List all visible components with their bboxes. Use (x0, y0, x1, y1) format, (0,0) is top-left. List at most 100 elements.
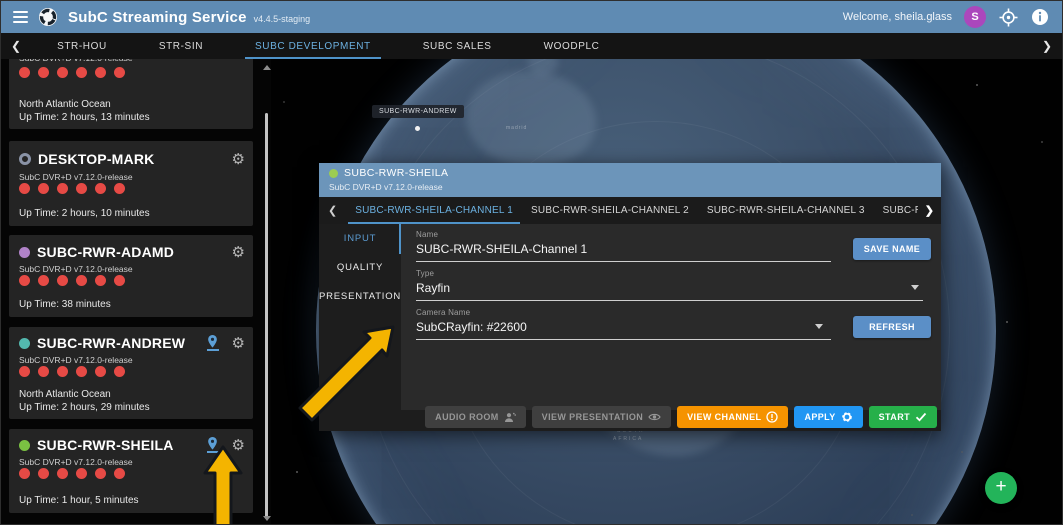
apply-label: APPLY (804, 412, 835, 422)
menu-icon[interactable] (13, 11, 28, 23)
dialog-title: SUBC-RWR-SHEILA (344, 167, 448, 179)
device-version: SubC DVR+D v7.12.0-release (19, 264, 133, 274)
device-online-dot (329, 169, 338, 178)
env-tab-woodplc[interactable]: WOODPLC (518, 33, 626, 59)
channel-tab-1[interactable]: SUBC-RWR-SHEILA-CHANNEL 1 (346, 197, 522, 224)
info-icon[interactable] (1030, 7, 1050, 27)
channel-settings-dialog: SUBC-RWR-SHEILA SubC DVR+D v7.12.0-relea… (319, 163, 941, 431)
channel-status-dots (19, 366, 125, 377)
device-location-pin-icon[interactable] (207, 335, 219, 351)
device-list-sidebar: SubC DVR+D v7.12.0-release North Atlanti… (1, 59, 271, 524)
name-field-value[interactable]: SUBC-RWR-SHEILA-Channel 1 (416, 242, 831, 256)
device-location: North Atlantic Ocean (19, 389, 111, 400)
nav-item-input[interactable]: INPUT (319, 224, 401, 253)
device-card-subc-rwr-adamd[interactable]: SUBC-RWR-ADAMD ⚙ SubC DVR+D v7.12.0-rele… (9, 235, 253, 317)
add-device-fab[interactable]: + (985, 472, 1017, 504)
environment-tab-bar: ❮ STR-HOU STR-SIN SUBC DEVELOPMENT SUBC … (1, 33, 1062, 59)
device-card-subc-rwr-sheila[interactable]: SUBC-RWR-SHEILA ⚙ SubC DVR+D v7.12.0-rel… (9, 429, 253, 513)
view-channel-label: VIEW CHANNEL (687, 412, 761, 422)
map-label-madrid: madrid (506, 125, 527, 131)
device-marker-tooltip: SUBC-RWR-ANDREW (372, 105, 464, 118)
sidebar-scrollbar[interactable] (265, 113, 268, 519)
device-marker-dot[interactable] (415, 126, 420, 131)
device-uptime: Up Time: 2 hours, 29 minutes (19, 402, 150, 413)
env-tab-str-sin[interactable]: STR-SIN (133, 33, 229, 59)
camera-field-underline (416, 339, 831, 340)
device-name: DESKTOP-MARK (38, 151, 225, 167)
app-title: SubC Streaming Service (68, 9, 247, 26)
input-settings-panel: Name SUBC-RWR-SHEILA-Channel 1 SAVE NAME… (401, 224, 941, 410)
channel-tabs-left-icon[interactable]: ❮ (319, 204, 346, 217)
person-audio-icon (504, 412, 516, 423)
device-name: SUBC-RWR-ADAMD (37, 244, 225, 260)
device-status-dot (19, 440, 30, 451)
tabs-scroll-right-icon[interactable]: ❯ (1032, 39, 1062, 53)
name-field-underline (416, 261, 831, 262)
refresh-button[interactable]: REFRESH (853, 316, 931, 338)
channel-status-dots (19, 275, 125, 286)
audio-room-label: AUDIO ROOM (435, 412, 499, 422)
type-field-underline (416, 300, 923, 301)
device-card-desktop-mark[interactable]: DESKTOP-MARK ⚙ SubC DVR+D v7.12.0-releas… (9, 141, 253, 226)
channel-tabs-right-icon[interactable]: ❯ (918, 197, 941, 224)
dialog-header: SUBC-RWR-SHEILA SubC DVR+D v7.12.0-relea… (319, 163, 941, 197)
app-window: SubC Streaming Service v4.4.5-staging We… (0, 0, 1063, 525)
channel-status-dots (19, 468, 125, 479)
device-location-pin-icon[interactable] (207, 437, 219, 453)
device-name: SUBC-RWR-SHEILA (37, 437, 200, 453)
device-uptime: Up Time: 2 hours, 13 minutes (19, 112, 150, 123)
channel-status-dots (19, 183, 125, 194)
device-name: SUBC-RWR-ANDREW (37, 335, 200, 351)
device-settings-gear-icon[interactable]: ⚙ (232, 336, 245, 351)
device-status-dot (19, 247, 30, 258)
device-settings-gear-icon[interactable]: ⚙ (232, 152, 245, 167)
env-tab-subc-development[interactable]: SUBC DEVELOPMENT (229, 33, 397, 59)
env-tab-subc-sales[interactable]: SUBC SALES (397, 33, 518, 59)
app-logo-icon (37, 6, 59, 28)
camera-select-value[interactable]: SubCRayfin: #22600 (416, 320, 831, 334)
sidebar-scroll-up-icon[interactable] (263, 65, 271, 70)
env-tab-str-hou[interactable]: STR-HOU (31, 33, 133, 59)
channel-tab-3[interactable]: SUBC-RWR-SHEILA-CHANNEL 3 (698, 197, 874, 224)
welcome-text: Welcome, sheila.glass (843, 11, 952, 23)
start-label: START (879, 412, 910, 422)
channel-tab-bar: ❮ SUBC-RWR-SHEILA-CHANNEL 1 SUBC-RWR-SHE… (319, 197, 941, 224)
device-version: SubC DVR+D v7.12.0-release (19, 59, 133, 63)
device-settings-gear-icon[interactable]: ⚙ (232, 245, 245, 260)
device-settings-gear-icon[interactable]: ⚙ (232, 438, 245, 453)
device-version: SubC DVR+D v7.12.0-release (19, 457, 133, 467)
locate-icon[interactable] (998, 7, 1018, 27)
type-dropdown-caret-icon[interactable] (911, 285, 919, 290)
apply-button[interactable]: APPLY (794, 406, 862, 428)
sidebar-scroll-down-icon[interactable] (263, 516, 271, 521)
device-version: SubC DVR+D v7.12.0-release (19, 172, 133, 182)
device-card-subc-rwr-andrew[interactable]: SUBC-RWR-ANDREW ⚙ SubC DVR+D v7.12.0-rel… (9, 327, 253, 419)
device-status-dot (19, 338, 30, 349)
device-version: SubC DVR+D v7.12.0-release (19, 355, 133, 365)
device-status-dot (19, 153, 31, 165)
view-presentation-label: VIEW PRESENTATION (542, 412, 643, 422)
type-select-value[interactable]: Rayfin (416, 281, 923, 295)
audio-room-button[interactable]: AUDIO ROOM (425, 406, 526, 428)
gear-icon (841, 411, 853, 423)
nav-item-presentation[interactable]: PRESENTATION (319, 282, 401, 311)
dialog-footer: AUDIO ROOM VIEW PRESENTATION (401, 405, 941, 431)
alert-circle-icon (766, 411, 778, 423)
user-avatar[interactable]: S (964, 6, 986, 28)
channel-tab-2[interactable]: SUBC-RWR-SHEILA-CHANNEL 2 (522, 197, 698, 224)
tabs-scroll-left-icon[interactable]: ❮ (1, 39, 31, 53)
camera-dropdown-caret-icon[interactable] (815, 324, 823, 329)
view-presentation-button[interactable]: VIEW PRESENTATION (532, 406, 671, 428)
eye-icon (648, 412, 661, 422)
camera-field-label: Camera Name (416, 308, 831, 317)
nav-item-quality[interactable]: QUALITY (319, 253, 401, 282)
save-name-button[interactable]: SAVE NAME (853, 238, 931, 260)
device-uptime: Up Time: 1 hour, 5 minutes (19, 495, 139, 506)
app-bar: SubC Streaming Service v4.4.5-staging We… (1, 1, 1062, 33)
app-version: v4.4.5-staging (254, 14, 311, 24)
device-card-clipped[interactable]: SubC DVR+D v7.12.0-release North Atlanti… (9, 59, 253, 129)
device-uptime: Up Time: 38 minutes (19, 299, 111, 310)
view-channel-button[interactable]: VIEW CHANNEL (677, 406, 788, 428)
settings-section-nav: INPUT QUALITY PRESENTATION (319, 224, 401, 431)
start-button[interactable]: START (869, 406, 937, 428)
